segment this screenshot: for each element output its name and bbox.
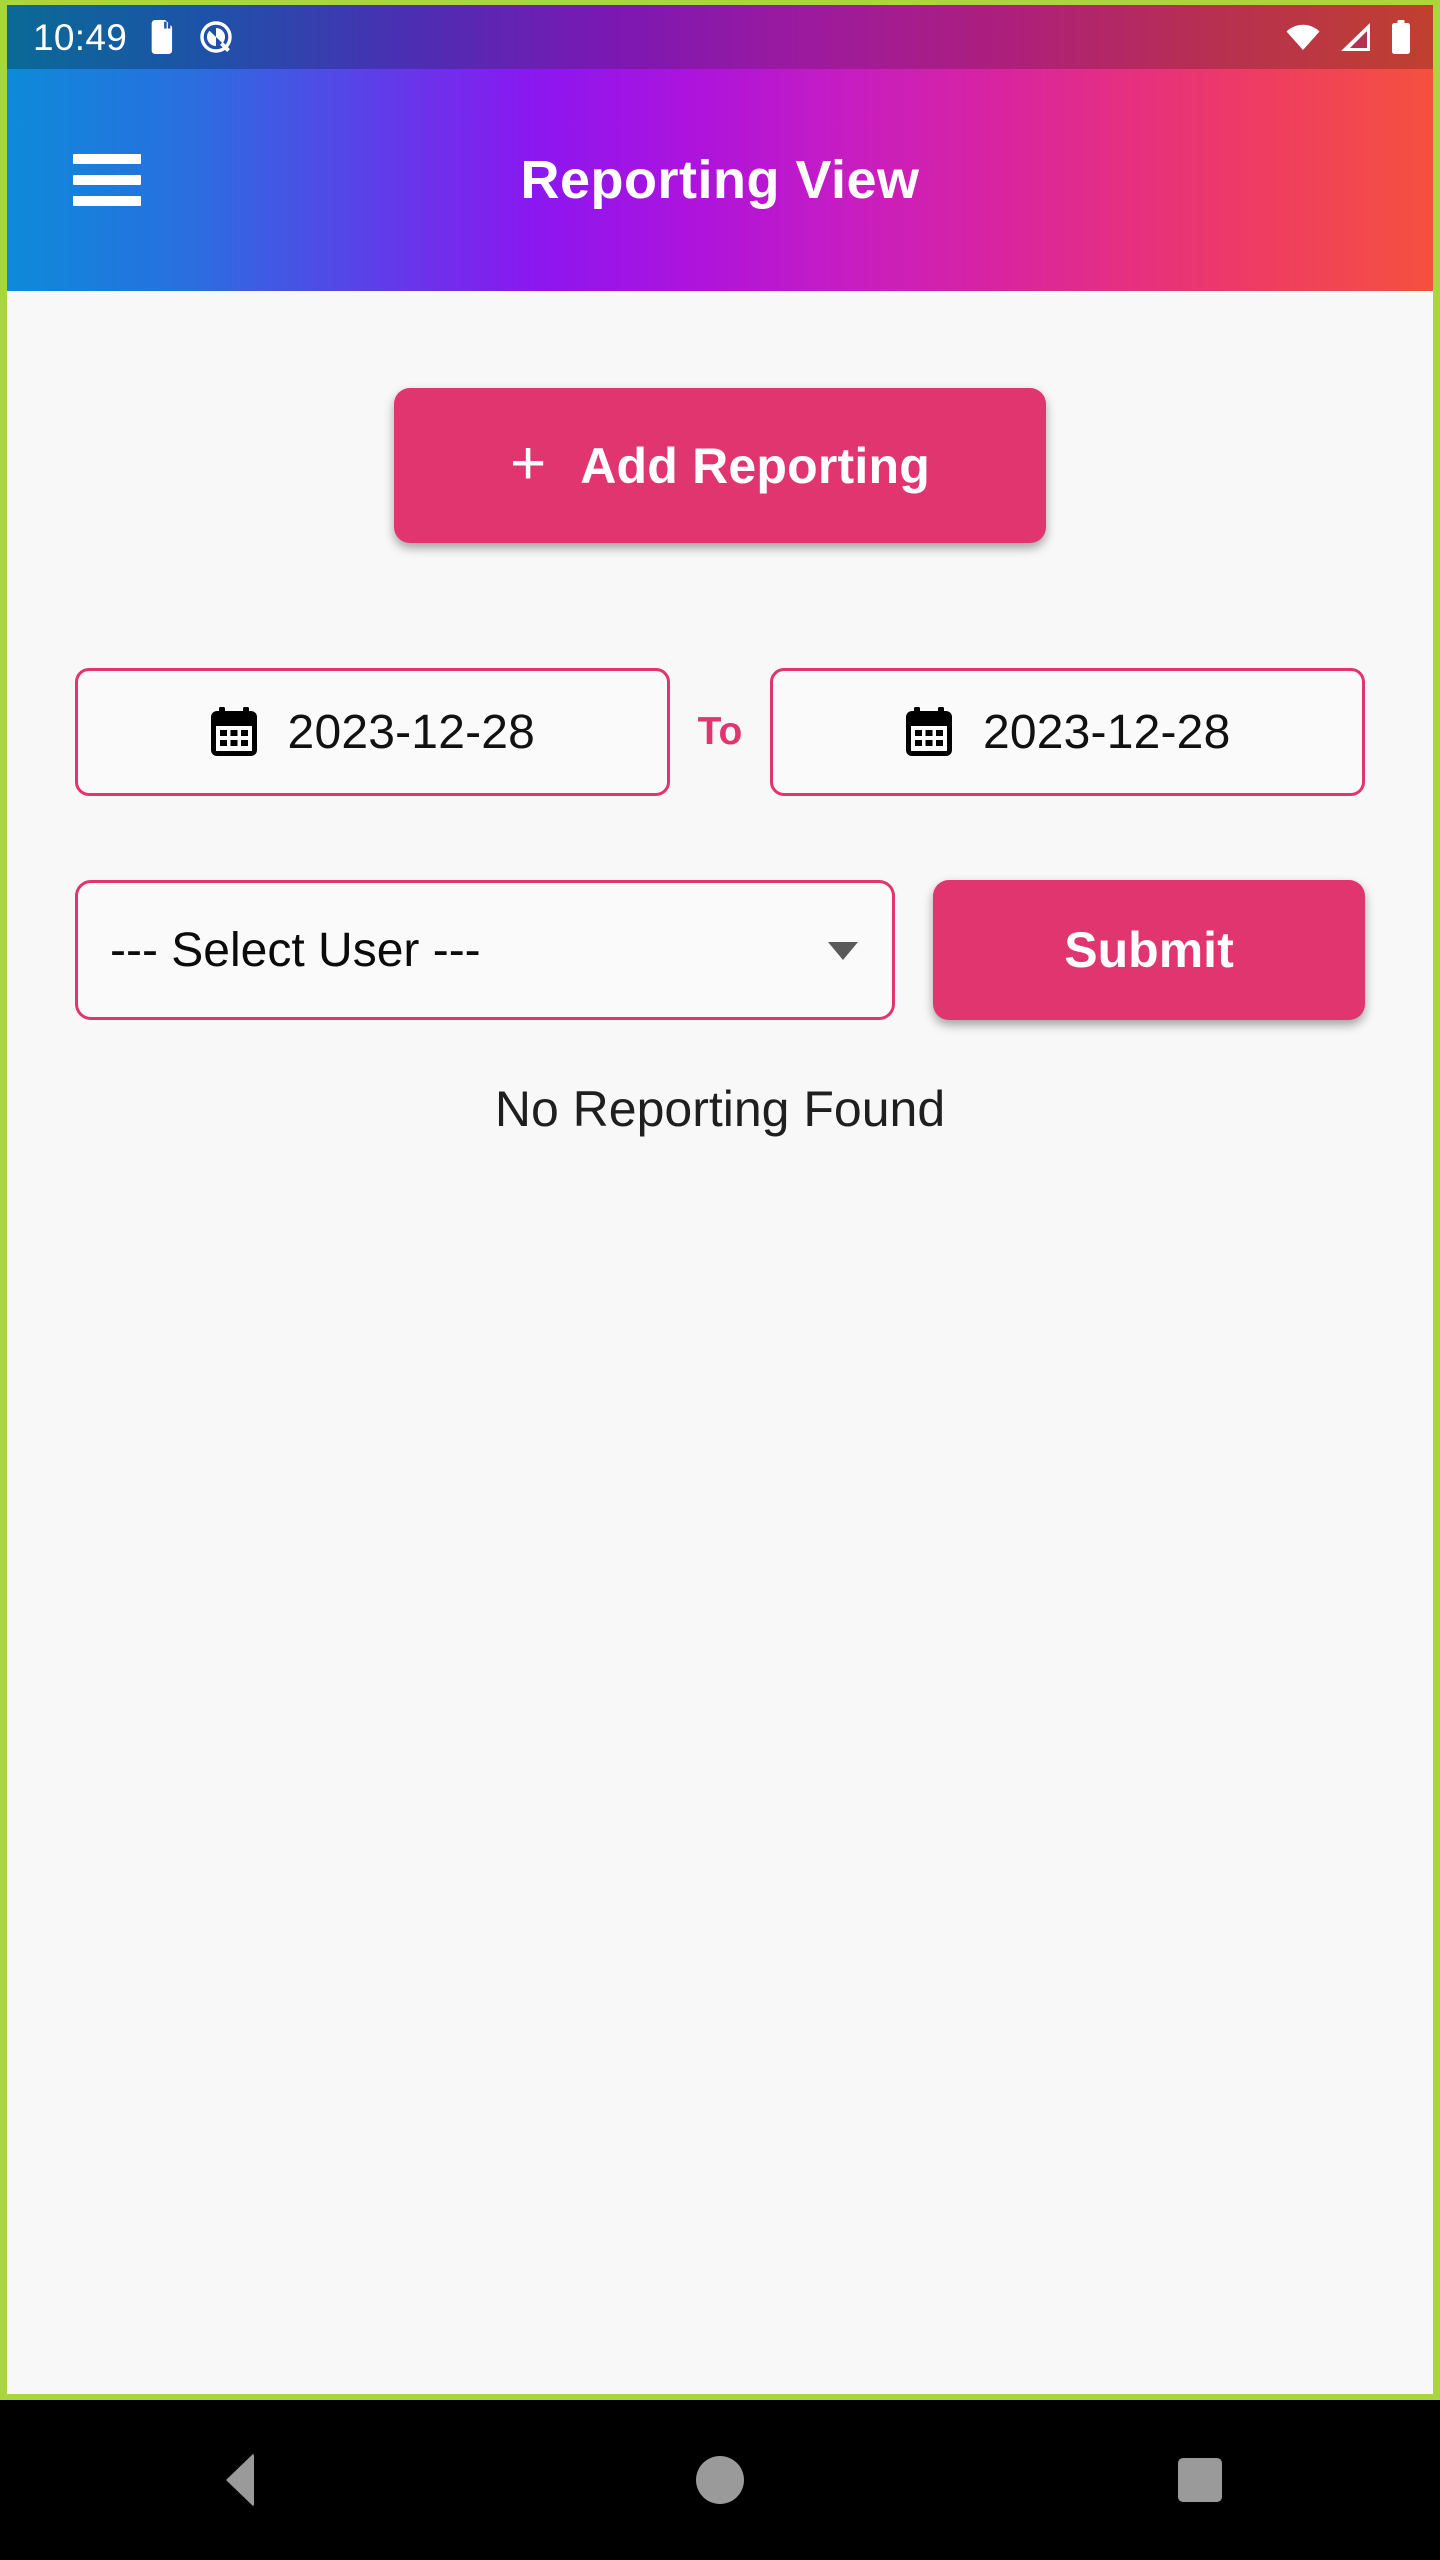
page-title: Reporting View — [520, 150, 920, 210]
filter-action-row: --- Select User --- Submit — [7, 880, 1433, 1020]
chevron-down-icon — [826, 939, 860, 961]
user-select-value: --- Select User --- — [110, 923, 481, 977]
battery-icon — [1391, 20, 1411, 54]
nav-home-button[interactable] — [630, 2400, 810, 2560]
app-surface: 10:49 Reporting View + Add Reporting 202… — [7, 5, 1433, 2394]
status-bar-right — [1285, 20, 1411, 54]
submit-button[interactable]: Submit — [933, 880, 1365, 1020]
back-triangle-icon — [226, 2453, 254, 2507]
date-range-separator: To — [697, 710, 743, 753]
calendar-icon — [210, 707, 258, 757]
status-bar-left: 10:49 — [33, 19, 233, 56]
add-reporting-button[interactable]: + Add Reporting — [394, 388, 1046, 543]
hamburger-bar-3 — [73, 196, 141, 206]
app-bar: Reporting View — [7, 69, 1433, 291]
home-circle-icon — [696, 2456, 744, 2504]
date-to-value: 2023-12-28 — [982, 705, 1231, 759]
date-range-row: 2023-12-28 To 2023-12-28 — [7, 668, 1433, 796]
status-bar: 10:49 — [7, 5, 1433, 69]
add-reporting-row: + Add Reporting — [7, 291, 1433, 543]
wifi-icon — [1285, 22, 1321, 52]
date-from-value: 2023-12-28 — [287, 705, 536, 759]
data-saver-icon — [199, 20, 233, 54]
app-frame: 10:49 Reporting View + Add Reporting 202… — [0, 0, 1440, 2400]
system-navigation-bar — [0, 2400, 1440, 2560]
date-to-field[interactable]: 2023-12-28 — [770, 668, 1366, 796]
cellular-signal-icon — [1339, 22, 1373, 52]
hamburger-bar-2 — [73, 175, 141, 185]
content-area: + Add Reporting 2023-12-28 To 2023-12-28… — [7, 291, 1433, 2394]
recents-square-icon — [1178, 2458, 1222, 2502]
calendar-icon — [905, 707, 953, 757]
nav-back-button[interactable] — [150, 2400, 330, 2560]
sd-card-icon — [149, 20, 177, 54]
nav-recents-button[interactable] — [1110, 2400, 1290, 2560]
hamburger-menu-icon[interactable] — [73, 154, 141, 206]
hamburger-bar-1 — [73, 154, 141, 164]
add-reporting-label: Add Reporting — [580, 437, 930, 494]
user-select-dropdown[interactable]: --- Select User --- — [75, 880, 895, 1020]
date-from-field[interactable]: 2023-12-28 — [75, 668, 670, 796]
empty-state-message: No Reporting Found — [494, 1081, 946, 1137]
phone-screen: 10:49 Reporting View + Add Reporting 202… — [0, 0, 1440, 2560]
status-bar-clock: 10:49 — [33, 16, 128, 58]
plus-icon: + — [510, 428, 547, 498]
